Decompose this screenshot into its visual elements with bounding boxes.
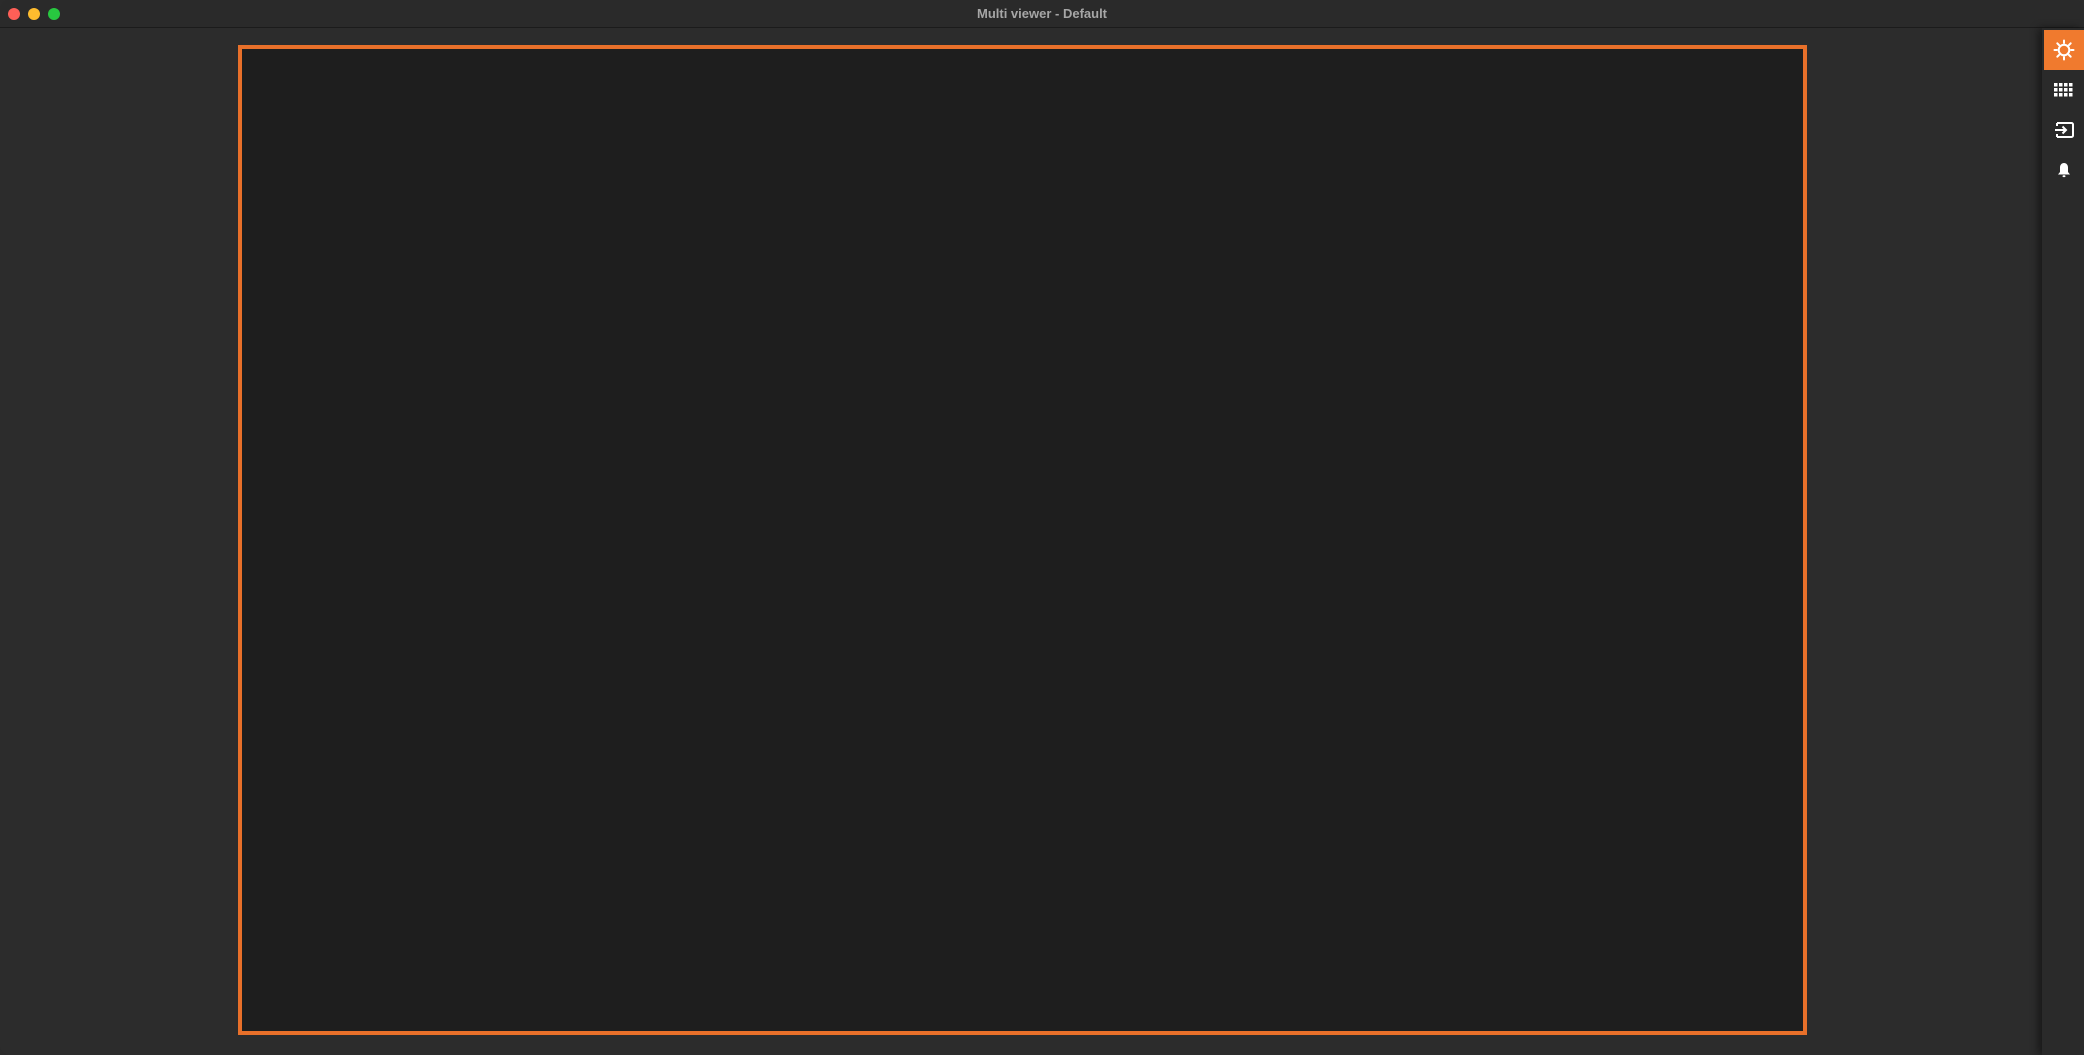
grid-icon bbox=[2054, 83, 2073, 97]
notifications-button[interactable] bbox=[2044, 150, 2084, 190]
settings-button[interactable] bbox=[2044, 30, 2084, 70]
input-icon bbox=[2055, 122, 2074, 138]
main-content bbox=[0, 28, 2042, 1055]
right-toolbar bbox=[2042, 28, 2084, 1055]
layout-grid-button[interactable] bbox=[2044, 70, 2084, 110]
gear-icon bbox=[2053, 39, 2075, 61]
inputs-button[interactable] bbox=[2044, 110, 2084, 150]
viewer-pane-selected[interactable] bbox=[238, 45, 1807, 1035]
app-window: Multi viewer - Default bbox=[0, 0, 2084, 1055]
window-title: Multi viewer - Default bbox=[976, 6, 1108, 21]
title-bar: Multi viewer - Default bbox=[0, 0, 2084, 28]
bell-icon bbox=[2058, 163, 2070, 178]
